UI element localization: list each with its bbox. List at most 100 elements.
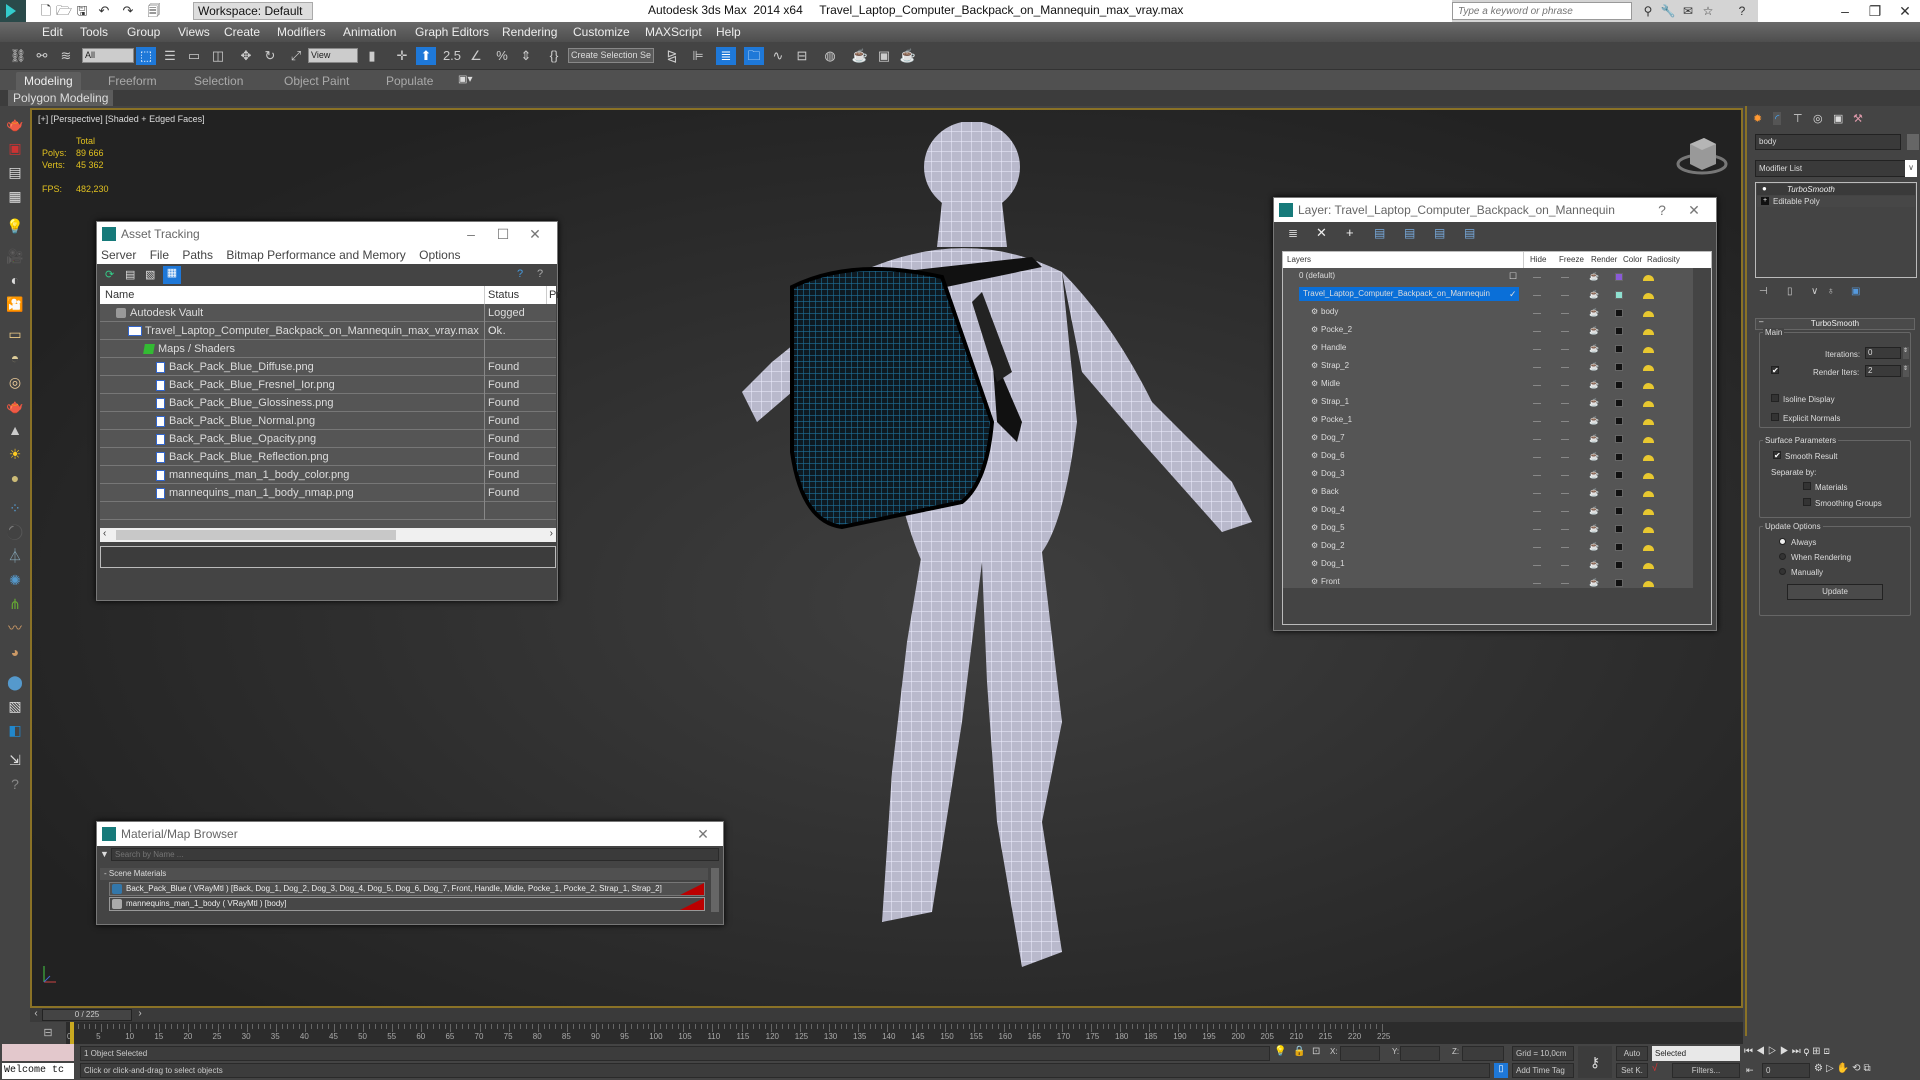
manipulate-icon[interactable]: ✛: [392, 47, 412, 65]
update-always-radio[interactable]: [1779, 538, 1786, 545]
zoom-icon[interactable]: ⚲: [1804, 1046, 1812, 1057]
current-layer-check-icon[interactable]: ✓: [1509, 287, 1517, 301]
render-teapot-icon[interactable]: ☕: [1589, 540, 1599, 554]
context-help-icon[interactable]: ?: [537, 268, 543, 280]
key-filters-button[interactable]: Filters...: [1672, 1063, 1740, 1078]
render-teapot-icon[interactable]: ☕: [1589, 414, 1599, 428]
radiosity-icon[interactable]: [1643, 509, 1654, 515]
modifier-list-dropdown[interactable]: Modifier List: [1755, 160, 1917, 177]
close-button[interactable]: ✕: [1890, 2, 1920, 20]
radiosity-icon[interactable]: [1643, 581, 1654, 587]
add-to-layer-icon[interactable]: +: [1346, 225, 1354, 240]
freeze-toggle[interactable]: [1561, 457, 1569, 458]
asset-row[interactable]: Back_Pack_Blue_Fresnel_Ior.png Found: [100, 376, 556, 394]
next-frame-icon[interactable]: ›: [134, 1008, 146, 1022]
hide-toggle[interactable]: [1533, 277, 1541, 278]
absolute-mode-icon[interactable]: ⊡: [1312, 1046, 1320, 1057]
asset-row[interactable]: mannequins_man_1_body_color.png Found: [100, 466, 556, 484]
render-teapot-icon[interactable]: ☕: [1589, 288, 1599, 302]
object-row[interactable]: ⚙ Dog_7 ☕: [1283, 430, 1693, 448]
radiosity-icon[interactable]: [1643, 437, 1654, 443]
create-layer-icon[interactable]: ≣: [1288, 226, 1298, 240]
time-slider-thumb[interactable]: 0 / 225: [42, 1009, 132, 1021]
layer-color-swatch[interactable]: [1615, 345, 1623, 353]
layer-color-swatch[interactable]: [1615, 399, 1623, 407]
highlight-layer-icon[interactable]: ▤: [1404, 226, 1415, 240]
menu-server[interactable]: Server: [101, 248, 136, 262]
orbit-icon[interactable]: ⟲: [1852, 1063, 1863, 1074]
radiosity-icon[interactable]: [1643, 401, 1654, 407]
toggle-icon[interactable]: ◧: [4, 720, 26, 740]
isoline-display-checkbox[interactable]: [1771, 394, 1779, 402]
object-row[interactable]: ⚙ Dog_4 ☕: [1283, 502, 1693, 520]
make-current-checkbox[interactable]: ☐: [1509, 269, 1517, 283]
render-teapot-icon[interactable]: ☕: [1589, 504, 1599, 518]
motion-tab-icon[interactable]: ◎: [1813, 112, 1823, 125]
help-button[interactable]: ?: [1648, 198, 1676, 222]
cone-icon[interactable]: ▲: [4, 420, 26, 440]
render-iters-spinner-arrows[interactable]: ⇕: [1903, 365, 1909, 377]
freeze-toggle[interactable]: [1561, 367, 1569, 368]
export-icon[interactable]: ⇲: [4, 750, 26, 770]
ribbon-tab-populate[interactable]: Populate: [378, 72, 441, 90]
create-tab-icon[interactable]: ✹: [1753, 112, 1762, 125]
menu-tools[interactable]: Tools: [80, 25, 108, 39]
make-unique-icon[interactable]: ∨: [1811, 286, 1818, 297]
hierarchy-tab-icon[interactable]: ⊤: [1793, 112, 1803, 125]
hide-toggle[interactable]: [1533, 565, 1541, 566]
layer-color-swatch[interactable]: [1615, 273, 1623, 281]
ribbon-tab-freeform[interactable]: Freeform: [100, 72, 165, 90]
menu-views[interactable]: Views: [178, 25, 210, 39]
isolate-selection-icon[interactable]: 💡: [1274, 1046, 1286, 1057]
chevron-down-icon[interactable]: ∨: [1905, 160, 1917, 177]
time-tag-icon[interactable]: ▯: [1494, 1063, 1508, 1078]
help-icon[interactable]: ?: [517, 268, 523, 280]
remove-modifier-icon[interactable]: ♁: [1827, 286, 1835, 297]
maximize-viewport-icon[interactable]: ⧉: [1864, 1063, 1874, 1074]
column-proxy[interactable]: Pr: [546, 286, 560, 304]
radiosity-icon[interactable]: [1643, 455, 1654, 461]
plane-light-icon[interactable]: ▭: [4, 324, 26, 344]
asset-path-field[interactable]: [100, 546, 556, 568]
hide-toggle[interactable]: [1533, 493, 1541, 494]
dome-light-icon[interactable]: ◓: [4, 348, 26, 368]
freeze-toggle[interactable]: [1561, 475, 1569, 476]
close-button[interactable]: ✕: [689, 822, 717, 846]
object-row[interactable]: ⚙ Midle ☕: [1283, 376, 1693, 394]
object-row[interactable]: ⚙ Dog_3 ☕: [1283, 466, 1693, 484]
render-teapot-icon[interactable]: ☕: [1589, 324, 1599, 338]
material-item[interactable]: mannequins_man_1_body ( VRayMtl ) [body]: [109, 897, 705, 911]
maxscript-listener-mini[interactable]: [2, 1044, 74, 1061]
render-production-icon[interactable]: ☕: [898, 47, 918, 65]
rotate-icon[interactable]: ↻: [260, 47, 280, 65]
object-row[interactable]: ⚙ Pocke_2 ☕: [1283, 322, 1693, 340]
freeze-toggle[interactable]: [1561, 493, 1569, 494]
layer-color-swatch[interactable]: [1615, 525, 1623, 533]
layer-row[interactable]: 0 (default) ☐ ☕: [1283, 268, 1693, 286]
open-file-icon[interactable]: 🗁: [56, 3, 72, 19]
teapot-icon[interactable]: 🫖: [4, 114, 26, 134]
render-teapot-icon[interactable]: ☕: [1589, 306, 1599, 320]
asset-row[interactable]: Back_Pack_Blue_Diffuse.png Found: [100, 358, 556, 376]
iterations-spinner[interactable]: 0: [1865, 347, 1901, 359]
prev-frame-icon[interactable]: ‹: [30, 1008, 42, 1022]
hide-toggle[interactable]: [1533, 547, 1541, 548]
video-camera-icon[interactable]: 🎦: [4, 294, 26, 314]
close-button[interactable]: ✕: [521, 222, 549, 246]
layer-color-swatch[interactable]: [1615, 507, 1623, 515]
viewport-label[interactable]: [+] [Perspective] [Shaded + Edged Faces]: [38, 114, 205, 124]
help-icon[interactable]: ?: [1734, 3, 1750, 19]
menu-options[interactable]: Options: [419, 248, 460, 262]
object-row[interactable]: ⚙ Dog_5 ☕: [1283, 520, 1693, 538]
object-row[interactable]: ⚙ Pocke_1 ☕: [1283, 412, 1693, 430]
field-of-view-icon[interactable]: ▷: [1826, 1063, 1837, 1074]
current-frame-field[interactable]: 0: [1762, 1063, 1810, 1078]
percent-snap-icon[interactable]: %: [492, 47, 512, 65]
radiosity-icon[interactable]: [1643, 347, 1654, 353]
previous-frame-icon[interactable]: ◀: [1756, 1046, 1768, 1057]
radiosity-icon[interactable]: [1643, 329, 1654, 335]
go-to-end-icon[interactable]: ⏭: [1792, 1046, 1804, 1057]
menu-rendering[interactable]: Rendering: [502, 25, 557, 39]
hide-all-layers-icon[interactable]: ▤: [1434, 226, 1445, 240]
hide-toggle[interactable]: [1533, 511, 1541, 512]
